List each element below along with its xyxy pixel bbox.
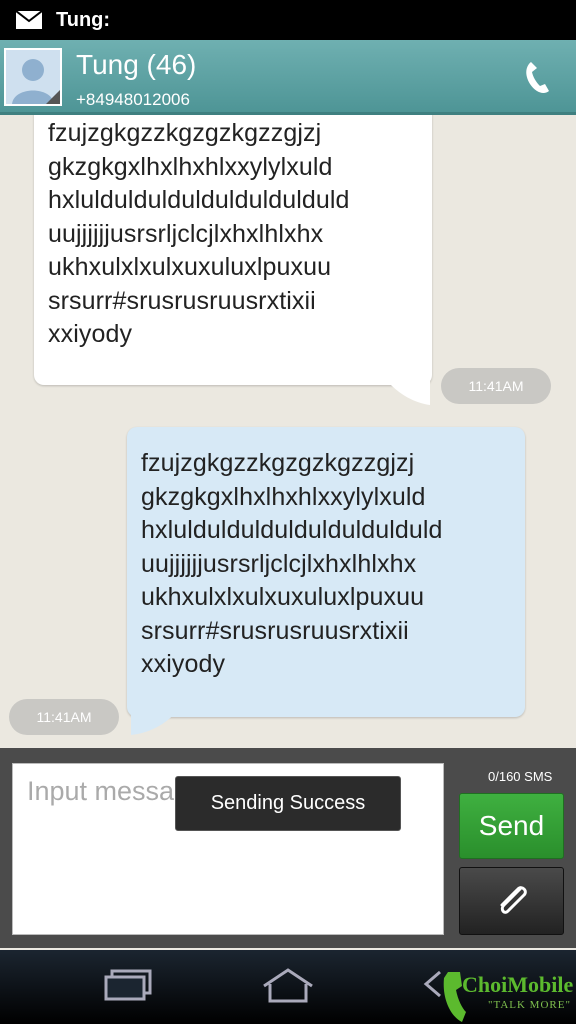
message-line: hxlulduldulduldulduldulduld	[48, 186, 350, 214]
message-line: gkzgkgxlhxlhxhlxxylylxuld	[141, 482, 426, 511]
message-line: fzujzgkgzzkgzgzkgzzgjzj	[141, 449, 415, 477]
message-line: xxiyody	[48, 320, 133, 348]
message-line: gkzgkgxlhxlhxhlxxylylxuld	[48, 152, 333, 181]
message-line: srsurr#srusrusruusrxtixii	[48, 286, 316, 315]
toast-message: Sending Success	[175, 776, 401, 831]
message-line: ukhxulxlxulxuxuluxlpuxuu	[48, 253, 332, 281]
paperclip-icon	[500, 886, 527, 914]
message-line: uujjjjjjusrsrljclcjlxhxlhlxhx	[141, 549, 417, 578]
outgoing-message[interactable]: fzujzgkgzzkgzgzkgzzgjzj gkzgkgxlhxlhxhlx…	[127, 427, 525, 717]
send-button[interactable]: Send	[459, 793, 564, 859]
contact-number: +84948012006	[76, 90, 190, 109]
watermark-text: ChoiMobile	[462, 972, 574, 997]
person-icon	[6, 50, 60, 104]
conversation-header: Tung (46) +84948012006	[0, 40, 576, 115]
mail-icon	[16, 11, 42, 29]
message-line: xxiyody	[141, 650, 226, 678]
phone-icon[interactable]	[520, 58, 556, 96]
message-thread[interactable]: fzujzgkgzzkgzgzkgzzgjzj gkzgkgxlhxlhxhlx…	[0, 115, 576, 747]
home-icon[interactable]	[260, 968, 316, 1004]
bubble-tail	[131, 711, 177, 735]
message-timestamp: 11:41AM	[441, 368, 551, 404]
message-line: uujjjjjjusrsrljclcjlxhxlhlxhx	[48, 219, 324, 248]
message-timestamp: 11:41AM	[9, 699, 119, 735]
message-line: srsurr#srusrusruusrxtixii	[141, 616, 409, 645]
contact-avatar[interactable]	[4, 48, 62, 106]
attach-button[interactable]	[459, 867, 564, 935]
incoming-message[interactable]: fzujzgkgzzkgzgzkgzzgjzj gkzgkgxlhxlhxhlx…	[34, 115, 432, 385]
message-line: fzujzgkgzzkgzgzkgzzgjzj	[48, 119, 322, 147]
notification-title: Tung:	[56, 8, 111, 31]
status-bar: Tung:	[0, 0, 576, 40]
bubble-tail	[384, 377, 430, 405]
watermark-logo: ChoiMobile "TALK MORE"	[440, 962, 576, 1024]
message-line: hxlulduldulduldulduldulduld	[141, 516, 443, 544]
contact-name: Tung (46)	[76, 49, 197, 80]
recent-apps-icon[interactable]	[104, 968, 154, 1002]
watermark-tagline: "TALK MORE"	[488, 999, 571, 1011]
character-counter: 0/160 SMS	[488, 769, 553, 784]
message-line: ukhxulxlxulxuxuluxlpuxuu	[141, 583, 425, 611]
